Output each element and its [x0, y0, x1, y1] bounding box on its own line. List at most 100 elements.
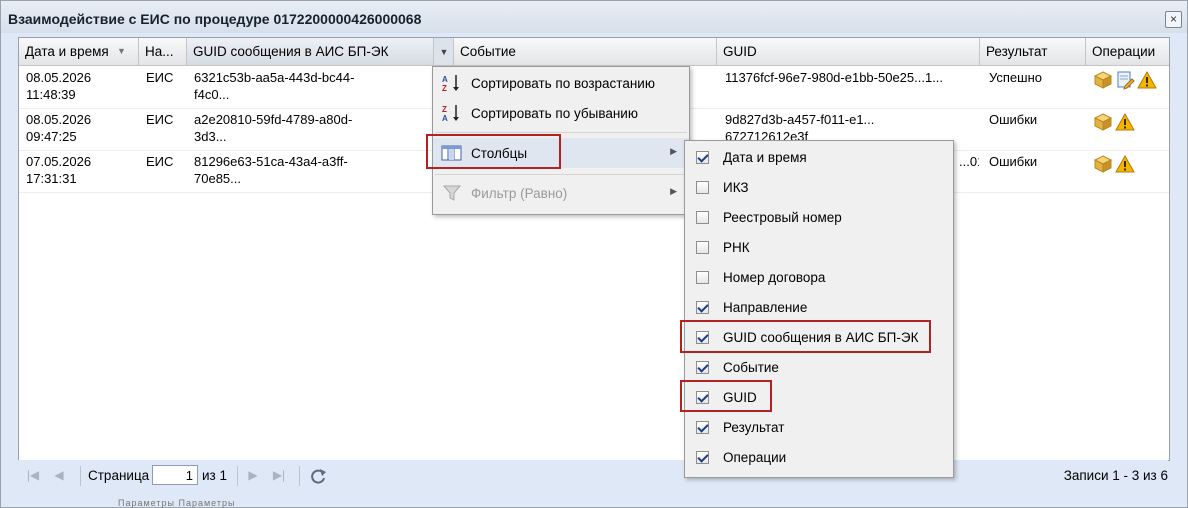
column-toggle-ikz[interactable]: ИКЗ	[685, 172, 953, 202]
row-guid-line1: 9d827d3b-a457-f011-e1...	[725, 112, 875, 127]
row-guid-message: a2e20810-59fd-4789-a80d- 3d3...	[194, 111, 444, 145]
submenu-arrow-icon: ▶	[670, 146, 677, 156]
col-header-event[interactable]: Событие	[454, 38, 717, 65]
box-icon[interactable]	[1093, 70, 1113, 90]
checkbox[interactable]	[696, 151, 709, 164]
checkbox[interactable]	[696, 451, 709, 464]
col-header-event-label: Событие	[460, 44, 516, 59]
pager-separator	[80, 466, 81, 486]
prev-page-icon[interactable]: ◀	[50, 466, 68, 484]
checkbox[interactable]	[696, 241, 709, 254]
column-toggle-label: ИКЗ	[723, 180, 749, 195]
last-page-icon[interactable]: ▶|	[270, 466, 288, 484]
row-result: Ошибки	[989, 154, 1038, 169]
page-count-label: из 1	[202, 468, 227, 483]
row-date: 08.05.2026 11:48:39	[26, 69, 91, 103]
menu-filter-label: Фильтр (Равно)	[471, 186, 568, 201]
col-header-result[interactable]: Результат	[980, 38, 1086, 65]
row-direction: ЕИС	[146, 112, 174, 127]
checkbox[interactable]	[696, 271, 709, 284]
row-guid-message: 81296e63-51ca-43a4-a3ff- 70e85...	[194, 153, 444, 187]
col-header-direction-label: На...	[145, 44, 174, 59]
box-icon[interactable]	[1093, 154, 1113, 174]
next-page-icon[interactable]: ▶	[244, 466, 262, 484]
row-guid-message-line2: f4c0...	[194, 87, 230, 102]
sort-asc-icon: AZ	[442, 75, 459, 93]
col-header-date[interactable]: Дата и время ▼	[19, 38, 139, 65]
checkbox[interactable]	[696, 421, 709, 434]
refresh-icon[interactable]	[308, 466, 328, 486]
column-toggle-label: Операции	[723, 450, 787, 465]
highlight-box	[426, 134, 561, 169]
row-date: 08.05.2026 09:47:25	[26, 111, 91, 145]
column-toggle-registry-number[interactable]: Реестровый номер	[685, 202, 953, 232]
row-date: 07.05.2026 17:31:31	[26, 153, 91, 187]
warning-icon[interactable]	[1115, 154, 1135, 174]
page-label: Страница	[88, 468, 150, 483]
column-toggle-label: Реестровый номер	[723, 210, 842, 225]
menu-separator	[435, 174, 687, 175]
columns-submenu: Дата и время ИКЗ Реестровый номер РНК Но…	[684, 140, 954, 478]
column-toggle-label: Направление	[723, 300, 808, 315]
row-result: Успешно	[989, 70, 1042, 85]
box-icon[interactable]	[1093, 112, 1113, 132]
menu-sort-desc[interactable]: ZA Сортировать по убыванию	[433, 98, 689, 128]
pager-separator	[237, 466, 238, 486]
column-toggle-operations[interactable]: Операции	[685, 442, 953, 472]
menu-filter: Фильтр (Равно) ▶	[433, 178, 689, 208]
col-header-direction[interactable]: На...	[139, 38, 187, 65]
column-toggle-label: Дата и время	[723, 150, 807, 165]
highlight-box	[680, 320, 931, 353]
col-header-guid-label: GUID	[723, 44, 757, 59]
window-titlebar[interactable]: Взаимодействие с ЕИС по процедуре 017220…	[1, 1, 1187, 33]
column-toggle-contract-number[interactable]: Номер договора	[685, 262, 953, 292]
col-header-operations[interactable]: Операции	[1086, 38, 1169, 65]
row-date-time: 11:48:39	[26, 87, 76, 102]
row-date-day: 07.05.2026	[26, 154, 92, 169]
column-toggle-rnk[interactable]: РНК	[685, 232, 953, 262]
background-text: Параметры Параметры	[118, 498, 236, 508]
row-guid-message-line2: 70e85...	[194, 171, 241, 186]
warning-icon[interactable]	[1137, 70, 1157, 90]
warning-icon[interactable]	[1115, 112, 1135, 132]
close-icon[interactable]: ×	[1165, 11, 1182, 28]
menu-separator	[435, 132, 687, 133]
column-toggle-result[interactable]: Результат	[685, 412, 953, 442]
checkbox[interactable]	[696, 211, 709, 224]
page-number-input[interactable]	[152, 465, 198, 485]
checkbox[interactable]	[696, 181, 709, 194]
column-toggle-direction[interactable]: Направление	[685, 292, 953, 322]
menu-sort-desc-label: Сортировать по убыванию	[471, 106, 638, 121]
checkbox[interactable]	[696, 301, 709, 314]
column-toggle-event[interactable]: Событие	[685, 352, 953, 382]
row-guid-message-line1: 6321c53b-aa5a-443d-bc44-	[194, 70, 355, 85]
row-direction: ЕИС	[146, 154, 174, 169]
row-guid: ...018	[959, 153, 979, 170]
row-date-day: 08.05.2026	[26, 112, 92, 127]
checkbox[interactable]	[696, 361, 709, 374]
column-toggle-label: Номер договора	[723, 270, 826, 285]
column-menu-trigger-icon[interactable]: ▼	[433, 38, 453, 65]
col-header-result-label: Результат	[986, 44, 1048, 59]
menu-sort-asc[interactable]: AZ Сортировать по возрастанию	[433, 68, 689, 98]
column-toggle-date[interactable]: Дата и время	[685, 142, 953, 172]
first-page-icon[interactable]: |◀	[24, 466, 42, 484]
col-header-operations-label: Операции	[1092, 44, 1156, 59]
highlight-box	[680, 380, 772, 412]
grid-header: Дата и время ▼ На... GUID сообщения в АИ…	[19, 38, 1169, 66]
records-count: Записи 1 - 3 из 6	[1063, 468, 1168, 483]
svg-text:Z: Z	[442, 84, 447, 93]
row-guid: 11376fcf-96e7-980d-e1bb-50e25...1...	[725, 69, 980, 86]
window-title: Взаимодействие с ЕИС по процедуре 017220…	[8, 11, 422, 27]
submenu-arrow-icon: ▶	[670, 186, 677, 196]
edit-doc-icon[interactable]	[1115, 70, 1135, 90]
col-header-guid[interactable]: GUID	[717, 38, 980, 65]
col-header-guid-message[interactable]: GUID сообщения в АИС БП-ЭК ▼	[187, 38, 454, 65]
svg-text:Z: Z	[442, 105, 447, 114]
sort-desc-icon: ▼	[117, 46, 126, 56]
row-guid-message-line1: 81296e63-51ca-43a4-a3ff-	[194, 154, 348, 169]
svg-text:A: A	[442, 75, 448, 84]
col-header-guid-message-label: GUID сообщения в АИС БП-ЭК	[193, 44, 389, 59]
row-direction: ЕИС	[146, 70, 174, 85]
row-date-time: 09:47:25	[26, 129, 77, 144]
